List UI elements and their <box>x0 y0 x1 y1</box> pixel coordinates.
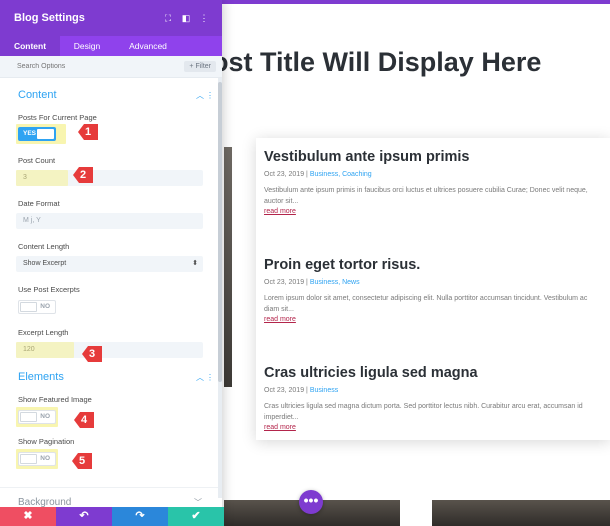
read-more-link[interactable]: read more <box>264 423 604 432</box>
post-title[interactable]: Proin eget tortor risus. <box>264 256 604 274</box>
section-title: Elements <box>18 371 64 383</box>
save-button[interactable]: ✔ <box>168 507 224 526</box>
undo-button[interactable]: ↶ <box>56 507 112 526</box>
post-excerpt: Vestibulum ante ipsum primis in faucibus… <box>264 187 588 205</box>
post-title[interactable]: Cras ultricies ligula sed magna <box>264 364 604 382</box>
highlight <box>16 170 68 186</box>
content-section-header[interactable]: Content ︿ ⋮ <box>18 87 214 103</box>
use-post-excerpts-label: Use Post Excerpts <box>18 285 80 294</box>
posts-current-page-toggle[interactable]: YES <box>18 127 56 141</box>
blog-post: Proin eget tortor risus. Oct 23, 2019 | … <box>264 256 604 324</box>
background-image-strip <box>224 147 232 387</box>
cancel-button[interactable]: ✖ <box>0 507 56 526</box>
content-length-select[interactable]: Show Excerpt ⬍ <box>16 256 203 272</box>
chevron-up-icon[interactable]: ︿ <box>194 90 206 101</box>
blog-post: Cras ultricies ligula sed magna Oct 23, … <box>264 364 604 432</box>
show-pagination-toggle[interactable]: NO <box>18 452 56 466</box>
post-title[interactable]: Vestibulum ante ipsum primis <box>264 148 604 166</box>
redo-button[interactable]: ↷ <box>112 507 168 526</box>
more-vertical-icon[interactable]: ⋮ <box>206 91 214 100</box>
divider <box>0 487 218 488</box>
show-featured-image-label: Show Featured Image <box>18 395 92 404</box>
settings-panel: Blog Settings ⛶ ◧ ⋮ Content Design Advan… <box>0 0 222 526</box>
show-featured-image-toggle[interactable]: NO <box>18 410 56 424</box>
search-row: + Filter <box>0 56 222 78</box>
post-categories[interactable]: Business, Coaching <box>310 171 372 178</box>
post-excerpt: Cras ultricies ligula sed magna dictum p… <box>264 403 583 421</box>
step-marker-1: 1 <box>76 120 100 144</box>
expand-icon[interactable]: ⛶ <box>159 11 177 25</box>
post-categories[interactable]: Business <box>310 387 338 394</box>
excerpt-length-label: Excerpt Length <box>18 328 69 337</box>
more-vertical-icon[interactable]: ⋮ <box>195 11 213 25</box>
post-meta: Oct 23, 2019 | Business <box>264 387 339 394</box>
content-length-label: Content Length <box>18 242 70 251</box>
post-meta: Oct 23, 2019 | Business, Coaching <box>264 171 372 178</box>
date-format-label: Date Format <box>18 199 60 208</box>
panel-scrollbar-thumb[interactable] <box>218 82 222 382</box>
blog-post: Vestibulum ante ipsum primis Oct 23, 201… <box>264 148 604 216</box>
step-marker-5: 5 <box>70 449 94 473</box>
panel-header: Blog Settings ⛶ ◧ ⋮ <box>0 0 222 36</box>
chevron-up-icon[interactable]: ︿ <box>194 372 206 383</box>
panel-title: Blog Settings <box>14 12 85 24</box>
settings-tabs: Content Design Advanced <box>0 36 222 56</box>
filter-button[interactable]: + Filter <box>184 61 216 72</box>
read-more-link[interactable]: read more <box>264 315 604 324</box>
use-post-excerpts-toggle[interactable]: NO <box>18 300 56 314</box>
panel-action-bar: ✖ ↶ ↷ ✔ <box>0 507 224 526</box>
show-pagination-label: Show Pagination <box>18 437 75 446</box>
post-title-heading: ost Title Will Display Here <box>212 47 542 77</box>
tab-advanced[interactable]: Advanced <box>114 36 182 56</box>
post-count-label: Post Count <box>18 156 56 165</box>
step-marker-3: 3 <box>80 342 104 366</box>
search-options-input[interactable] <box>17 63 185 70</box>
post-categories[interactable]: Business, News <box>310 279 360 286</box>
tab-content[interactable]: Content <box>0 36 60 56</box>
more-vertical-icon[interactable]: ⋮ <box>206 373 214 382</box>
section-title: Content <box>18 89 57 101</box>
tab-design[interactable]: Design <box>60 36 114 56</box>
highlight <box>16 342 74 358</box>
step-marker-2: 2 <box>71 163 95 187</box>
step-marker-4: 4 <box>72 408 96 432</box>
blog-posts-module: Vestibulum ante ipsum primis Oct 23, 201… <box>256 138 610 440</box>
add-row-button[interactable]: ••• <box>299 490 323 514</box>
elements-section-header[interactable]: Elements ︿ ⋮ <box>18 369 214 385</box>
thumbnail-image <box>432 500 610 526</box>
select-caret-icon: ⬍ <box>192 260 198 267</box>
date-format-input[interactable]: M j, Y <box>16 213 203 229</box>
post-excerpt: Lorem ipsum dolor sit amet, consectetur … <box>264 295 588 313</box>
sidebar-icon[interactable]: ◧ <box>177 11 195 25</box>
read-more-link[interactable]: read more <box>264 207 604 216</box>
post-meta: Oct 23, 2019 | Business, News <box>264 279 360 286</box>
